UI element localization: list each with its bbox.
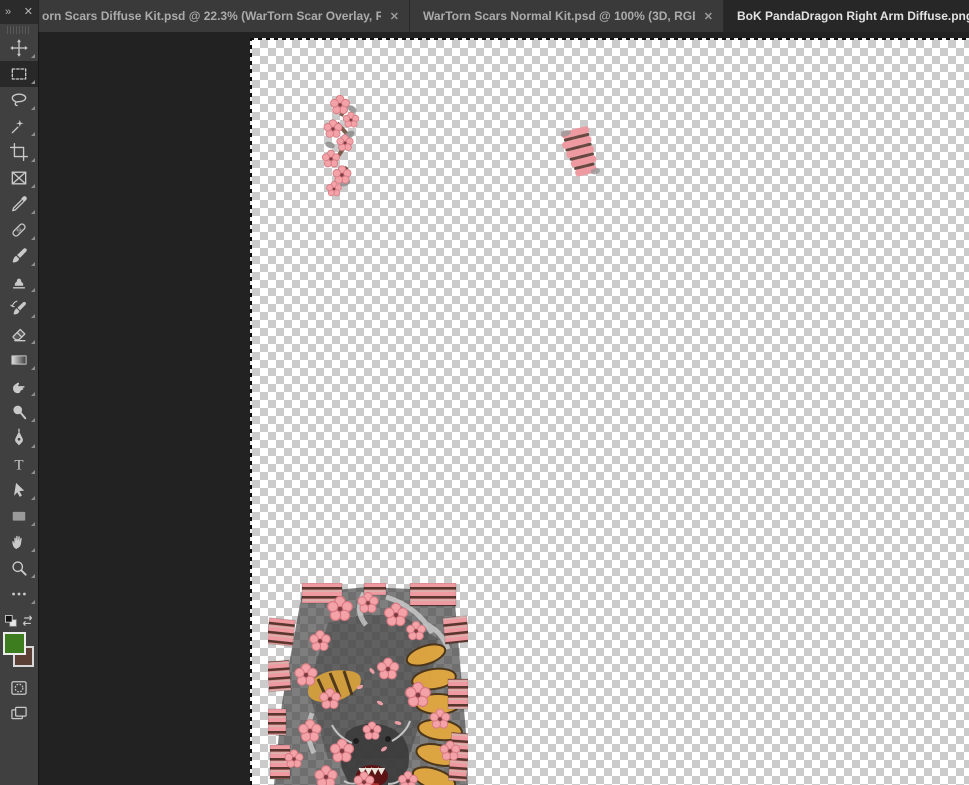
tool-rectangular-marquee[interactable]: [0, 61, 38, 87]
panel-grip[interactable]: [7, 26, 31, 34]
tool-gradient[interactable]: [0, 347, 38, 373]
quick-mask-button[interactable]: [0, 675, 38, 701]
type-icon: [9, 454, 29, 474]
tool-history-brush[interactable]: [0, 295, 38, 321]
tool-brush[interactable]: [0, 243, 38, 269]
tab-close-icon[interactable]: ✕: [704, 10, 713, 23]
document-tabbar: orn Scars Diffuse Kit.psd @ 22.3% (WarTo…: [0, 0, 969, 32]
tool-more-options[interactable]: [0, 581, 38, 607]
photoshop-window: { "colors": { "workspace_bg": "#222222",…: [0, 0, 969, 785]
healing-brush-icon: [9, 220, 29, 240]
history-brush-icon: [9, 298, 29, 318]
tool-eyedropper[interactable]: [0, 191, 38, 217]
crop-icon: [9, 142, 29, 162]
foreground-color-swatch[interactable]: [3, 632, 26, 655]
tool-path-select[interactable]: [0, 477, 38, 503]
tool-clone-stamp[interactable]: [0, 269, 38, 295]
tool-magic-wand[interactable]: [0, 113, 38, 139]
tool-healing-brush[interactable]: [0, 217, 38, 243]
tab-wartorn-normal[interactable]: WarTorn Scars Normal Kit.psd @ 100% (3D,…: [410, 0, 724, 32]
more-options-icon: [9, 584, 29, 604]
shape-icon: [9, 506, 29, 526]
lasso-icon: [9, 90, 29, 110]
tools-panel-header: » ✕: [0, 0, 38, 24]
swatch-controls: [0, 611, 38, 629]
flower-cluster-small-left: [318, 93, 366, 197]
swap-colors-icon[interactable]: [20, 613, 35, 628]
selection-marching-ants-top: [250, 38, 969, 40]
tool-pen[interactable]: [0, 425, 38, 451]
tab-label: BoK PandaDragon Right Arm Diffuse.png @: [737, 9, 969, 23]
dragon-blossom-artwork: [268, 583, 468, 785]
smudge-icon: [9, 376, 29, 396]
document-canvas[interactable]: [252, 40, 969, 785]
tool-shape[interactable]: [0, 503, 38, 529]
tab-wartorn-diffuse[interactable]: orn Scars Diffuse Kit.psd @ 22.3% (WarTo…: [0, 0, 410, 32]
flower-cluster-small-right: [561, 124, 603, 186]
close-panel-icon[interactable]: ✕: [24, 7, 33, 18]
tool-lasso[interactable]: [0, 87, 38, 113]
rectangular-marquee-icon: [9, 64, 29, 84]
tab-close-icon[interactable]: ✕: [390, 10, 399, 23]
tool-move[interactable]: [0, 35, 38, 61]
tool-hand[interactable]: [0, 529, 38, 555]
tools-panel: » ✕: [0, 0, 38, 785]
tool-frame[interactable]: [0, 165, 38, 191]
collapse-panel-icon[interactable]: »: [5, 7, 11, 18]
path-select-icon: [9, 480, 29, 500]
color-swatches: [0, 631, 38, 675]
tool-zoom[interactable]: [0, 555, 38, 581]
tool-smudge[interactable]: [0, 373, 38, 399]
tool-eraser[interactable]: [0, 321, 38, 347]
zoom-icon: [9, 558, 29, 578]
eraser-icon: [9, 324, 29, 344]
eyedropper-icon: [9, 194, 29, 214]
frame-icon: [9, 168, 29, 188]
tool-crop[interactable]: [0, 139, 38, 165]
quick-mask-icon: [9, 678, 29, 698]
gradient-icon: [9, 350, 29, 370]
hand-icon: [9, 532, 29, 552]
tab-label: WarTorn Scars Normal Kit.psd @ 100% (3D,…: [423, 9, 695, 23]
clone-stamp-icon: [9, 272, 29, 292]
tab-pandadragon-diffuse-active[interactable]: BoK PandaDragon Right Arm Diffuse.png @: [724, 0, 969, 32]
screen-mode-icon: [9, 704, 29, 724]
tab-label: orn Scars Diffuse Kit.psd @ 22.3% (WarTo…: [42, 9, 381, 23]
screen-mode-button[interactable]: [0, 701, 38, 727]
selection-marching-ants-left: [250, 38, 252, 785]
tool-dodge[interactable]: [0, 399, 38, 425]
brush-icon: [9, 246, 29, 266]
default-colors-icon[interactable]: [3, 613, 18, 628]
pen-icon: [9, 428, 29, 448]
dodge-icon: [9, 402, 29, 422]
tool-type[interactable]: [0, 451, 38, 477]
move-icon: [9, 38, 29, 58]
magic-wand-icon: [9, 116, 29, 136]
toolbar-tools: [0, 35, 38, 607]
